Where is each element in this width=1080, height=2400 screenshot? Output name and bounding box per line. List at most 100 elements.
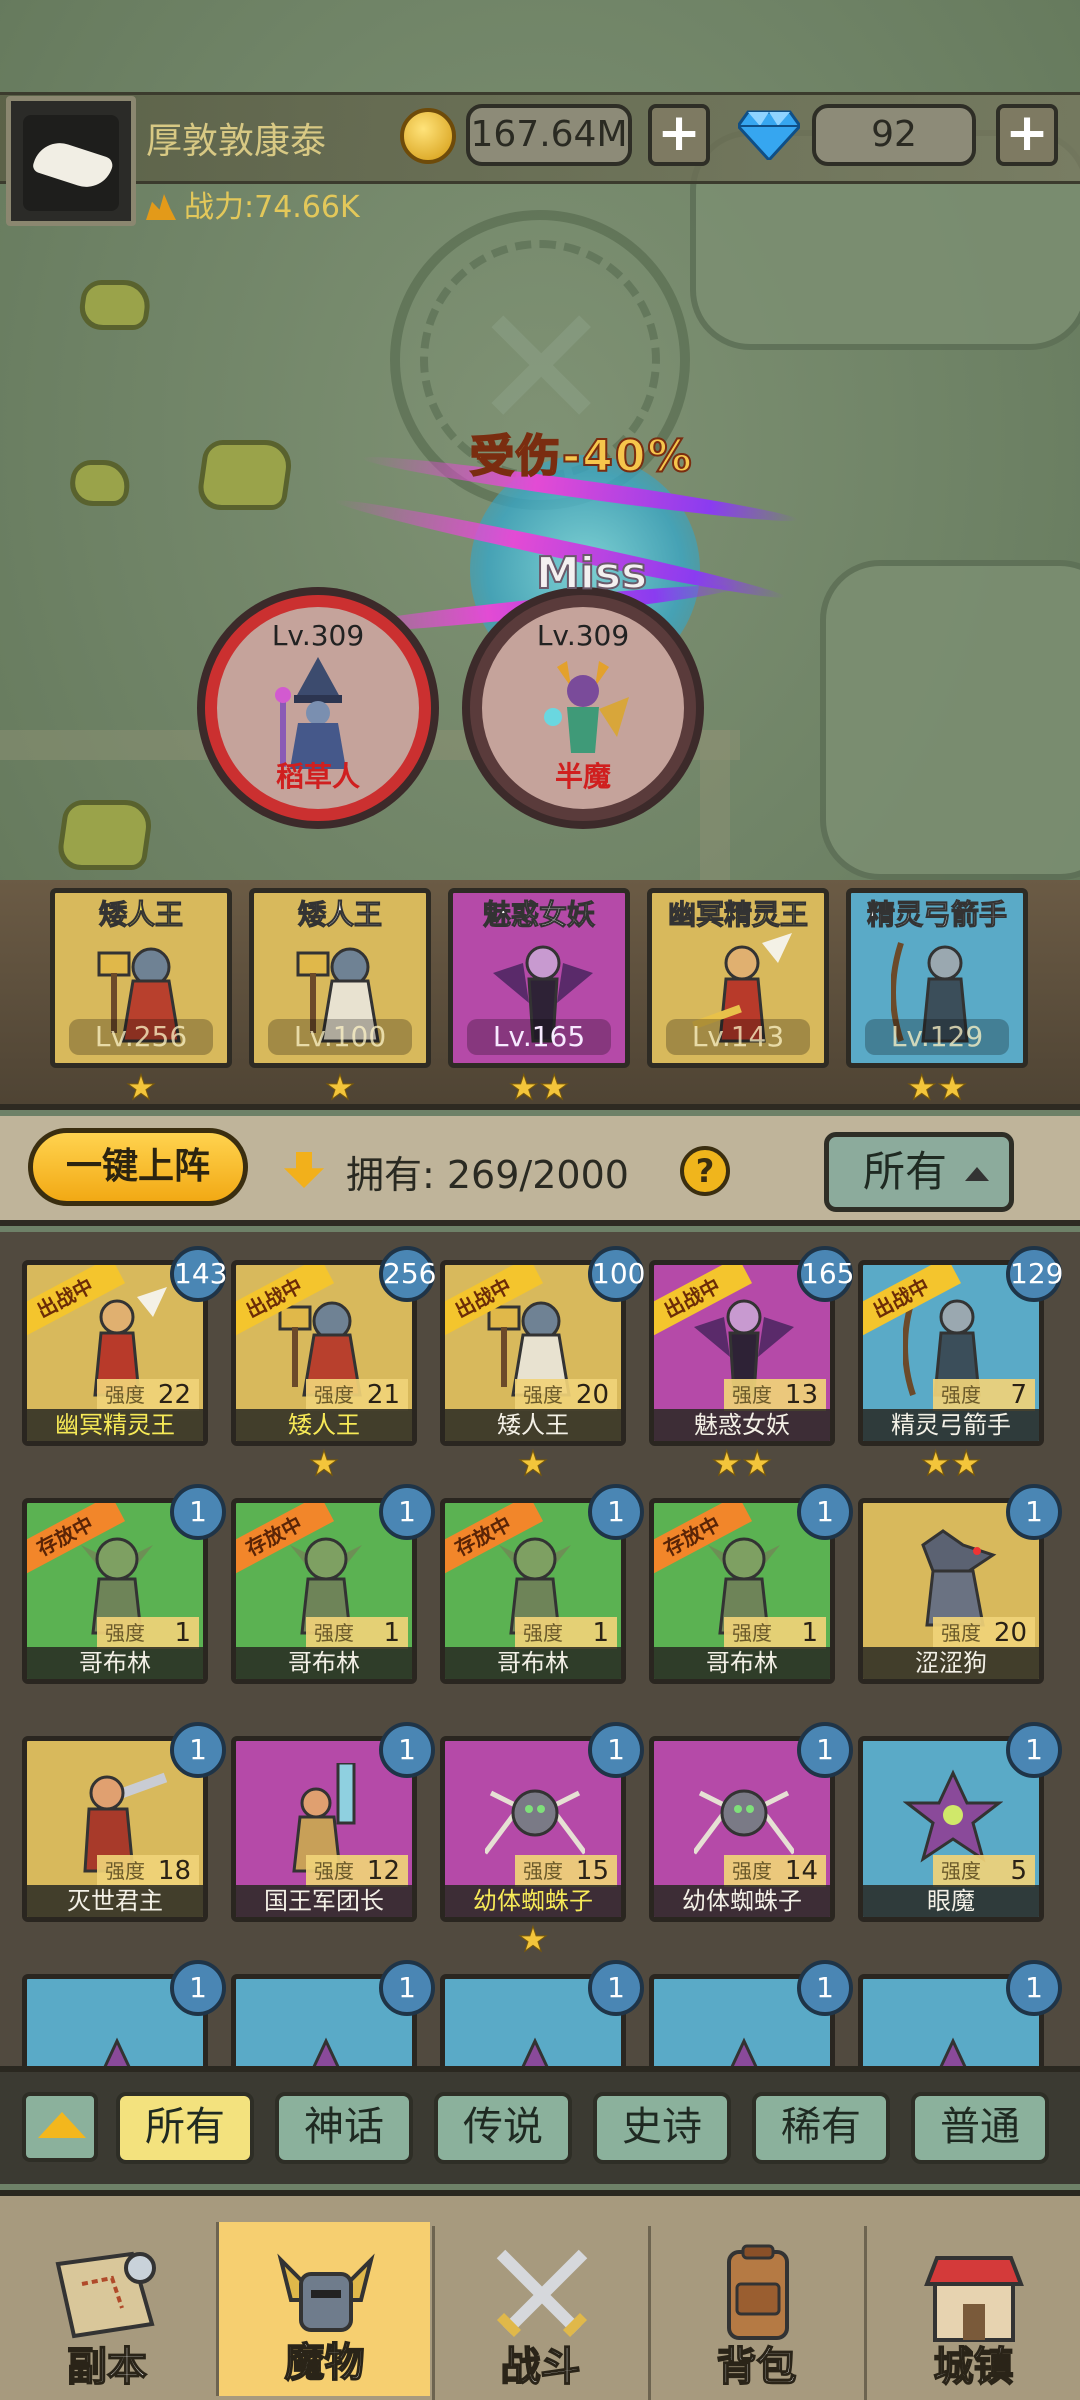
strength-badge: 强度 21 bbox=[306, 1379, 408, 1411]
rarity-tab-all[interactable]: 所有 bbox=[116, 2092, 254, 2164]
monster-level-badge: 1 bbox=[797, 1484, 853, 1540]
enemy-level: Lv.309 bbox=[536, 619, 630, 652]
nav-label: 副本 bbox=[66, 2343, 148, 2391]
monster-level-badge: 143 bbox=[170, 1246, 227, 1302]
team-star-rating bbox=[647, 1070, 829, 1106]
rarity-tab-legendary[interactable]: 传说 bbox=[434, 2092, 572, 2164]
shop-building-icon bbox=[924, 2256, 1024, 2342]
collapse-button[interactable] bbox=[22, 2092, 98, 2162]
monster-name: 哥布林 bbox=[445, 1647, 621, 1679]
strength-value: 5 bbox=[1010, 1856, 1027, 1886]
nav-battle[interactable]: 战斗 bbox=[432, 2226, 646, 2400]
team-slot-5[interactable]: 精灵弓箭手 Lv.129 bbox=[846, 888, 1028, 1068]
player-avatar[interactable] bbox=[6, 96, 136, 226]
map-scroll-icon bbox=[55, 2251, 156, 2339]
strength-badge: 强度 7 bbox=[933, 1379, 1035, 1411]
team-monster-level: Lv.256 bbox=[69, 1019, 213, 1055]
team-monster-level: Lv.100 bbox=[268, 1019, 412, 1055]
monster-level-badge: 129 bbox=[1006, 1246, 1063, 1302]
nav-label: 魔物 bbox=[284, 2339, 366, 2387]
strength-value: 1 bbox=[801, 1618, 818, 1648]
player-name: 厚敦敦康泰 bbox=[146, 121, 327, 162]
strength-label: 强度 bbox=[314, 1383, 354, 1407]
nav-label: 战斗 bbox=[500, 2343, 582, 2391]
strength-value: 1 bbox=[383, 1618, 400, 1648]
help-button[interactable]: ? bbox=[680, 1146, 730, 1196]
strength-value: 12 bbox=[366, 1856, 400, 1886]
combat-power: 战力:74.66K bbox=[146, 182, 360, 226]
strength-label: 强度 bbox=[523, 1621, 563, 1645]
monster-name: 灭世君主 bbox=[27, 1885, 203, 1917]
strength-value: 15 bbox=[575, 1856, 609, 1886]
backpack-icon bbox=[727, 2244, 789, 2340]
strength-label: 强度 bbox=[941, 1859, 981, 1883]
rarity-tab-rare[interactable]: 稀有 bbox=[752, 2092, 890, 2164]
team-slot-4[interactable]: 幽冥精灵王 Lv.143 bbox=[647, 888, 829, 1068]
strength-badge: 强度 1 bbox=[515, 1617, 617, 1649]
strength-value: 21 bbox=[366, 1380, 400, 1410]
rarity-tab-epic[interactable]: 史诗 bbox=[593, 2092, 731, 2164]
coin-count: 167.64M bbox=[466, 104, 632, 166]
monster-level-badge: 1 bbox=[170, 1722, 226, 1778]
add-coins-button[interactable]: + bbox=[648, 104, 710, 166]
strength-value: 22 bbox=[157, 1380, 191, 1410]
monster-name: 国王军团长 bbox=[236, 1885, 412, 1917]
monster-level-badge: 165 bbox=[797, 1246, 854, 1302]
nav-dungeon[interactable]: 副本 bbox=[0, 2226, 214, 2400]
add-gems-button[interactable]: + bbox=[996, 104, 1058, 166]
combat-power-value: 战力:74.66K bbox=[184, 190, 360, 225]
monster-name: 幽冥精灵王 bbox=[27, 1409, 203, 1441]
strength-label: 强度 bbox=[523, 1859, 563, 1883]
team-slot-3[interactable]: 魅惑女妖 Lv.165 bbox=[448, 888, 630, 1068]
monster-level-badge: 1 bbox=[379, 1960, 435, 2016]
strength-label: 强度 bbox=[941, 1621, 981, 1645]
team-monster-level: Lv.129 bbox=[865, 1019, 1009, 1055]
knight-helmet-icon bbox=[277, 2253, 375, 2332]
monster-level-badge: 256 bbox=[379, 1246, 436, 1302]
strength-label: 强度 bbox=[105, 1383, 145, 1407]
team-star-rating: ★★ bbox=[508, 1068, 570, 1108]
team-slot-2[interactable]: 矮人王 Lv.100 bbox=[249, 888, 431, 1068]
strength-label: 强度 bbox=[732, 1859, 772, 1883]
monster-level-badge: 1 bbox=[1006, 1960, 1062, 2016]
power-icon bbox=[146, 194, 176, 220]
rarity-tab-common[interactable]: 普通 bbox=[911, 2092, 1049, 2164]
strength-label: 强度 bbox=[941, 1383, 981, 1407]
team-monster-name: 矮人王 bbox=[297, 898, 382, 932]
miss-text: Miss bbox=[535, 547, 648, 600]
nav-town[interactable]: 城镇 bbox=[864, 2226, 1080, 2400]
team-slot-1[interactable]: 矮人王 Lv.256 bbox=[50, 888, 232, 1068]
monster-name: 哥布林 bbox=[236, 1647, 412, 1679]
monster-level-badge: 1 bbox=[170, 1484, 226, 1540]
monster-name: 矮人王 bbox=[236, 1409, 412, 1441]
enemy-scarecrow[interactable]: Lv.309 稻草人 bbox=[205, 595, 431, 821]
auto-deploy-button[interactable]: 一键上阵 bbox=[28, 1128, 248, 1206]
monster-level-badge: 1 bbox=[797, 1960, 853, 2016]
enemy-half-demon[interactable]: Lv.309 半魔 bbox=[470, 595, 696, 821]
monster-level-badge: 1 bbox=[797, 1722, 853, 1778]
demon-icon bbox=[544, 661, 629, 753]
strength-value: 1 bbox=[592, 1618, 609, 1648]
island bbox=[55, 800, 155, 870]
island bbox=[76, 280, 154, 330]
diamond-icon bbox=[738, 110, 800, 160]
team-monster-name: 魅惑女妖 bbox=[482, 898, 595, 932]
filter-dropdown[interactable]: 所有 bbox=[824, 1132, 1014, 1212]
monster-name: 哥布林 bbox=[654, 1647, 830, 1679]
monster-name: 矮人王 bbox=[445, 1409, 621, 1441]
monster-level-badge: 1 bbox=[1006, 1484, 1062, 1540]
strength-value: 20 bbox=[575, 1380, 609, 1410]
monster-level-badge: 1 bbox=[588, 1484, 644, 1540]
road bbox=[700, 730, 730, 890]
monster-level-badge: 1 bbox=[170, 1960, 226, 2016]
monster-level-badge: 1 bbox=[588, 1960, 644, 2016]
monster-collection-grid: 出战中 强度 22 幽冥精灵王 出战中 强度 21 矮人王 出战中 强度 20 矮人王… bbox=[0, 1232, 1080, 2070]
nav-backpack[interactable]: 背包 bbox=[648, 2226, 862, 2400]
rarity-tab-mythic[interactable]: 神话 bbox=[275, 2092, 413, 2164]
nav-monsters[interactable]: 魔物 bbox=[216, 2222, 430, 2396]
strength-value: 14 bbox=[784, 1856, 818, 1886]
team-star-rating: ★★ bbox=[906, 1068, 968, 1108]
strength-badge: 强度 13 bbox=[724, 1379, 826, 1411]
strength-badge: 强度 20 bbox=[933, 1617, 1035, 1649]
beholder-icon bbox=[485, 2037, 585, 2070]
